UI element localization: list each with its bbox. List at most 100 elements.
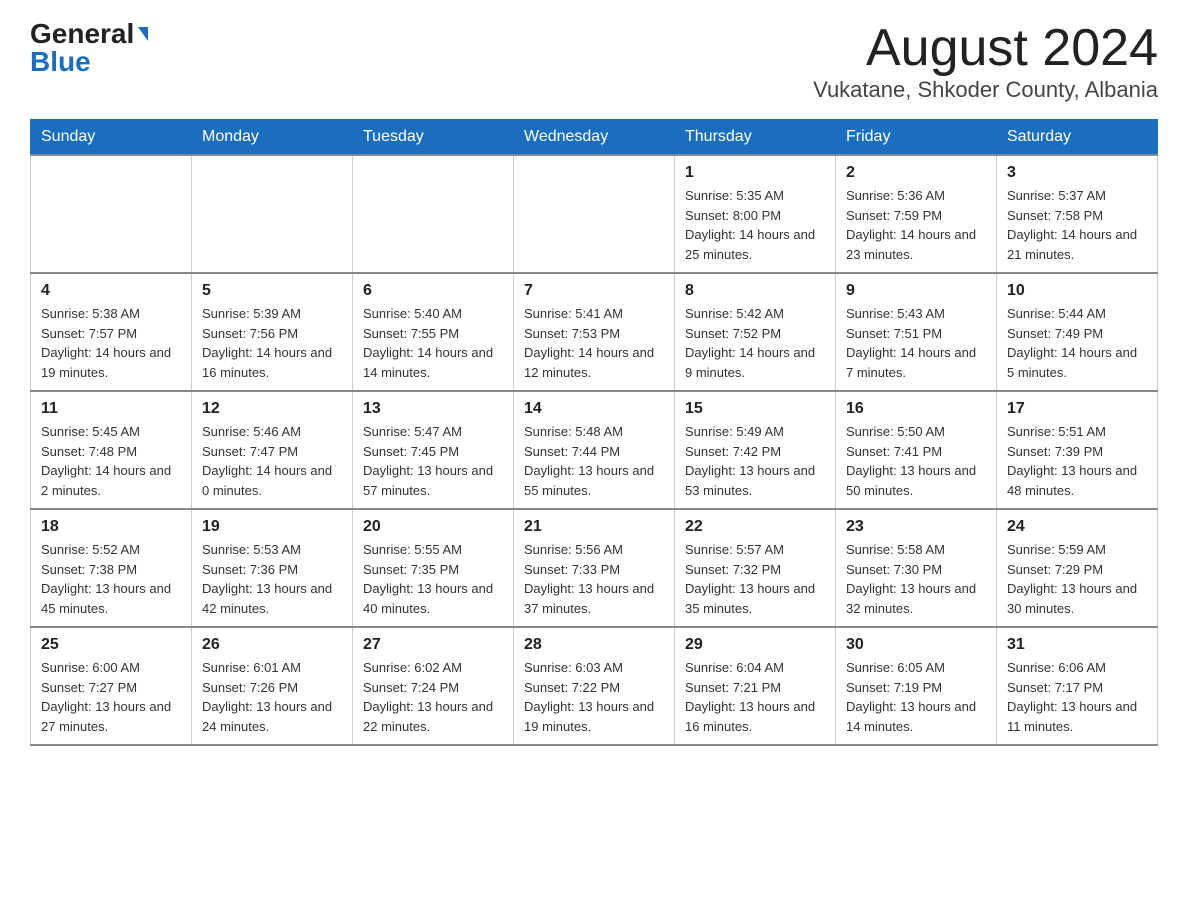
week-row-1: 1Sunrise: 5:35 AMSunset: 8:00 PMDaylight… — [31, 155, 1158, 273]
day-info: Sunrise: 5:47 AMSunset: 7:45 PMDaylight:… — [363, 422, 503, 500]
day-info: Sunrise: 5:44 AMSunset: 7:49 PMDaylight:… — [1007, 304, 1147, 382]
day-info: Sunrise: 5:53 AMSunset: 7:36 PMDaylight:… — [202, 540, 342, 618]
calendar-cell — [353, 155, 514, 273]
logo-triangle-icon — [138, 27, 148, 41]
calendar-header: SundayMondayTuesdayWednesdayThursdayFrid… — [31, 120, 1158, 156]
header-friday: Friday — [836, 120, 997, 156]
day-info: Sunrise: 5:39 AMSunset: 7:56 PMDaylight:… — [202, 304, 342, 382]
day-info: Sunrise: 5:49 AMSunset: 7:42 PMDaylight:… — [685, 422, 825, 500]
calendar-cell: 12 Sunrise: 5:46 AMSunset: 7:47 PMDayligh… — [192, 391, 353, 509]
day-number: 28 — [524, 636, 664, 654]
calendar-cell: 20 Sunrise: 5:55 AMSunset: 7:35 PMDayligh… — [353, 509, 514, 627]
logo-blue-text: Blue — [30, 48, 91, 76]
calendar-cell: 18Sunrise: 5:52 AMSunset: 7:38 PMDayligh… — [31, 509, 192, 627]
day-number: 21 — [524, 518, 664, 536]
week-row-4: 18Sunrise: 5:52 AMSunset: 7:38 PMDayligh… — [31, 509, 1158, 627]
header-tuesday: Tuesday — [353, 120, 514, 156]
day-info: Sunrise: 5:38 AMSunset: 7:57 PMDaylight:… — [41, 304, 181, 382]
day-number: 11 — [41, 400, 181, 418]
day-number: 17 — [1007, 400, 1147, 418]
day-info: Sunrise: 5:46 AMSunset: 7:47 PMDaylight:… — [202, 422, 342, 500]
calendar-cell: 17 Sunrise: 5:51 AMSunset: 7:39 PMDayligh… — [997, 391, 1158, 509]
calendar-cell: 26 Sunrise: 6:01 AMSunset: 7:26 PMDayligh… — [192, 627, 353, 745]
day-number: 26 — [202, 636, 342, 654]
day-number: 7 — [524, 282, 664, 300]
calendar-body: 1Sunrise: 5:35 AMSunset: 8:00 PMDaylight… — [31, 155, 1158, 745]
calendar-cell: 29Sunrise: 6:04 AMSunset: 7:21 PMDayligh… — [675, 627, 836, 745]
calendar-cell: 14Sunrise: 5:48 AMSunset: 7:44 PMDayligh… — [514, 391, 675, 509]
location-title: Vukatane, Shkoder County, Albania — [813, 77, 1158, 103]
day-info: Sunrise: 5:57 AMSunset: 7:32 PMDaylight:… — [685, 540, 825, 618]
day-info: Sunrise: 6:04 AMSunset: 7:21 PMDaylight:… — [685, 658, 825, 736]
calendar-cell: 10Sunrise: 5:44 AMSunset: 7:49 PMDayligh… — [997, 273, 1158, 391]
week-row-5: 25Sunrise: 6:00 AMSunset: 7:27 PMDayligh… — [31, 627, 1158, 745]
calendar-cell: 15 Sunrise: 5:49 AMSunset: 7:42 PMDayligh… — [675, 391, 836, 509]
calendar-cell: 8 Sunrise: 5:42 AMSunset: 7:52 PMDaylight… — [675, 273, 836, 391]
day-number: 16 — [846, 400, 986, 418]
calendar-cell: 27Sunrise: 6:02 AMSunset: 7:24 PMDayligh… — [353, 627, 514, 745]
day-number: 20 — [363, 518, 503, 536]
day-info: Sunrise: 5:40 AMSunset: 7:55 PMDaylight:… — [363, 304, 503, 382]
day-info: Sunrise: 5:56 AMSunset: 7:33 PMDaylight:… — [524, 540, 664, 618]
calendar-cell: 30 Sunrise: 6:05 AMSunset: 7:19 PMDayligh… — [836, 627, 997, 745]
calendar-cell: 22 Sunrise: 5:57 AMSunset: 7:32 PMDayligh… — [675, 509, 836, 627]
calendar-cell: 7 Sunrise: 5:41 AMSunset: 7:53 PMDaylight… — [514, 273, 675, 391]
day-number: 12 — [202, 400, 342, 418]
calendar-cell: 21 Sunrise: 5:56 AMSunset: 7:33 PMDayligh… — [514, 509, 675, 627]
day-number: 4 — [41, 282, 181, 300]
day-info: Sunrise: 5:45 AMSunset: 7:48 PMDaylight:… — [41, 422, 181, 500]
header-saturday: Saturday — [997, 120, 1158, 156]
calendar-cell — [514, 155, 675, 273]
calendar-cell: 2 Sunrise: 5:36 AMSunset: 7:59 PMDaylight… — [836, 155, 997, 273]
header-monday: Monday — [192, 120, 353, 156]
day-number: 30 — [846, 636, 986, 654]
day-info: Sunrise: 6:05 AMSunset: 7:19 PMDaylight:… — [846, 658, 986, 736]
day-info: Sunrise: 5:59 AMSunset: 7:29 PMDaylight:… — [1007, 540, 1147, 618]
calendar-cell: 23Sunrise: 5:58 AMSunset: 7:30 PMDayligh… — [836, 509, 997, 627]
day-info: Sunrise: 5:43 AMSunset: 7:51 PMDaylight:… — [846, 304, 986, 382]
day-info: Sunrise: 6:01 AMSunset: 7:26 PMDaylight:… — [202, 658, 342, 736]
day-info: Sunrise: 5:50 AMSunset: 7:41 PMDaylight:… — [846, 422, 986, 500]
calendar-cell: 13 Sunrise: 5:47 AMSunset: 7:45 PMDayligh… — [353, 391, 514, 509]
day-number: 31 — [1007, 636, 1147, 654]
calendar-table: SundayMondayTuesdayWednesdayThursdayFrid… — [30, 119, 1158, 746]
day-info: Sunrise: 5:55 AMSunset: 7:35 PMDaylight:… — [363, 540, 503, 618]
logo: General Blue — [30, 20, 148, 76]
month-title: August 2024 — [813, 20, 1158, 77]
calendar-cell: 3Sunrise: 5:37 AMSunset: 7:58 PMDaylight… — [997, 155, 1158, 273]
day-number: 15 — [685, 400, 825, 418]
week-row-3: 11 Sunrise: 5:45 AMSunset: 7:48 PMDayligh… — [31, 391, 1158, 509]
calendar-cell: 24Sunrise: 5:59 AMSunset: 7:29 PMDayligh… — [997, 509, 1158, 627]
day-number: 3 — [1007, 164, 1147, 182]
day-number: 5 — [202, 282, 342, 300]
calendar-cell: 25Sunrise: 6:00 AMSunset: 7:27 PMDayligh… — [31, 627, 192, 745]
day-info: Sunrise: 6:03 AMSunset: 7:22 PMDaylight:… — [524, 658, 664, 736]
day-info: Sunrise: 5:42 AMSunset: 7:52 PMDaylight:… — [685, 304, 825, 382]
header-row: SundayMondayTuesdayWednesdayThursdayFrid… — [31, 120, 1158, 156]
calendar-cell: 4 Sunrise: 5:38 AMSunset: 7:57 PMDaylight… — [31, 273, 192, 391]
day-number: 14 — [524, 400, 664, 418]
day-number: 6 — [363, 282, 503, 300]
title-section: August 2024 Vukatane, Shkoder County, Al… — [813, 20, 1158, 103]
day-number: 23 — [846, 518, 986, 536]
calendar-cell: 6 Sunrise: 5:40 AMSunset: 7:55 PMDaylight… — [353, 273, 514, 391]
day-number: 19 — [202, 518, 342, 536]
day-number: 22 — [685, 518, 825, 536]
day-info: Sunrise: 5:41 AMSunset: 7:53 PMDaylight:… — [524, 304, 664, 382]
day-number: 2 — [846, 164, 986, 182]
day-number: 8 — [685, 282, 825, 300]
page-header: General Blue August 2024 Vukatane, Shkod… — [30, 20, 1158, 103]
day-info: Sunrise: 6:02 AMSunset: 7:24 PMDaylight:… — [363, 658, 503, 736]
calendar-cell: 28 Sunrise: 6:03 AMSunset: 7:22 PMDayligh… — [514, 627, 675, 745]
header-thursday: Thursday — [675, 120, 836, 156]
week-row-2: 4 Sunrise: 5:38 AMSunset: 7:57 PMDaylight… — [31, 273, 1158, 391]
day-number: 13 — [363, 400, 503, 418]
calendar-cell — [31, 155, 192, 273]
day-number: 1 — [685, 164, 825, 182]
day-info: Sunrise: 5:51 AMSunset: 7:39 PMDaylight:… — [1007, 422, 1147, 500]
calendar-cell: 5 Sunrise: 5:39 AMSunset: 7:56 PMDaylight… — [192, 273, 353, 391]
day-info: Sunrise: 5:36 AMSunset: 7:59 PMDaylight:… — [846, 186, 986, 264]
calendar-cell: 19 Sunrise: 5:53 AMSunset: 7:36 PMDayligh… — [192, 509, 353, 627]
day-number: 9 — [846, 282, 986, 300]
day-number: 18 — [41, 518, 181, 536]
